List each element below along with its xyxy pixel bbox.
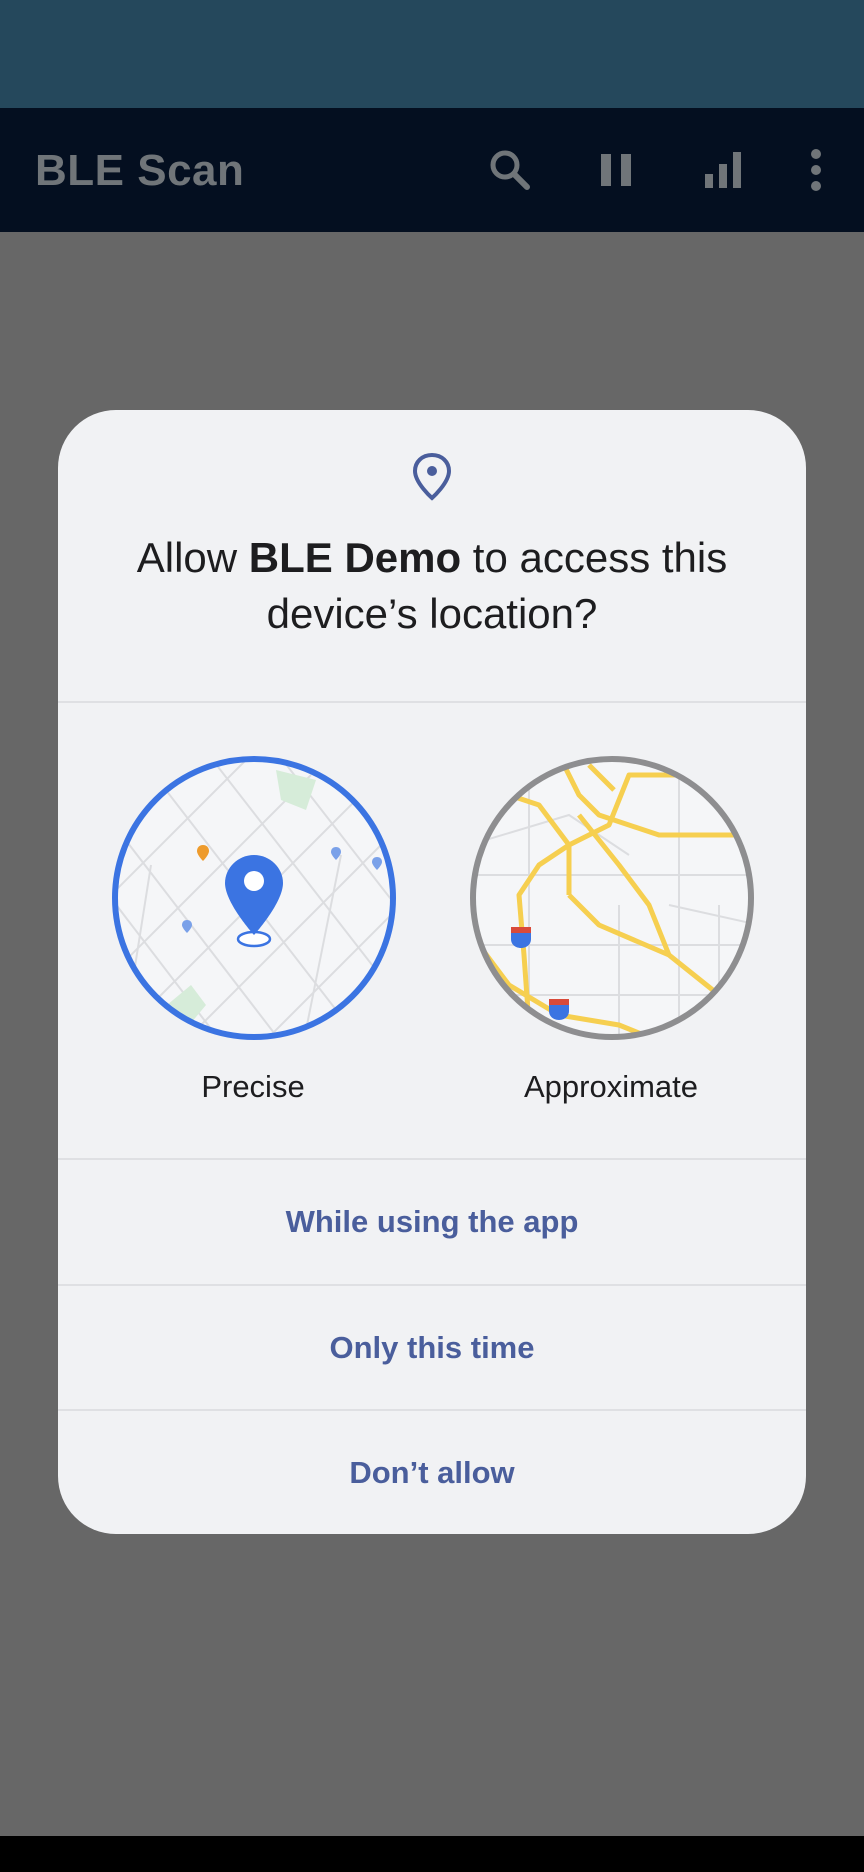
dialog-title-app-name: BLE Demo	[248, 534, 462, 581]
pause-button[interactable]	[586, 140, 646, 200]
search-button[interactable]	[480, 140, 540, 200]
more-options-button[interactable]	[786, 140, 846, 200]
divider	[58, 701, 806, 703]
more-vert-icon	[811, 149, 821, 191]
precise-map-icon	[112, 756, 396, 1040]
navigation-bar	[0, 1836, 864, 1872]
dialog-title: Allow BLE Demo to access this device’s l…	[78, 530, 786, 642]
dont-allow-button[interactable]: Don’t allow	[58, 1411, 806, 1534]
search-icon	[490, 150, 530, 190]
app-bar: BLE Scan	[0, 108, 864, 232]
status-bar	[0, 0, 864, 108]
location-permission-dialog: Allow BLE Demo to access this device’s l…	[58, 410, 806, 1534]
approximate-label: Approximate	[523, 1069, 699, 1104]
approximate-option[interactable]: Approximate	[461, 755, 761, 1115]
location-pin-icon	[412, 452, 452, 501]
pause-icon	[601, 154, 631, 186]
approximate-map-icon	[470, 756, 754, 1040]
dialog-title-prefix: Allow	[136, 534, 249, 581]
only-this-time-button[interactable]: Only this time	[58, 1286, 806, 1410]
precise-option[interactable]: Precise	[103, 755, 403, 1115]
precise-label: Precise	[201, 1069, 305, 1104]
while-using-app-button[interactable]: While using the app	[58, 1160, 806, 1284]
signal-icon	[705, 152, 741, 188]
app-title: BLE Scan	[35, 146, 245, 195]
signal-button[interactable]	[693, 140, 753, 200]
